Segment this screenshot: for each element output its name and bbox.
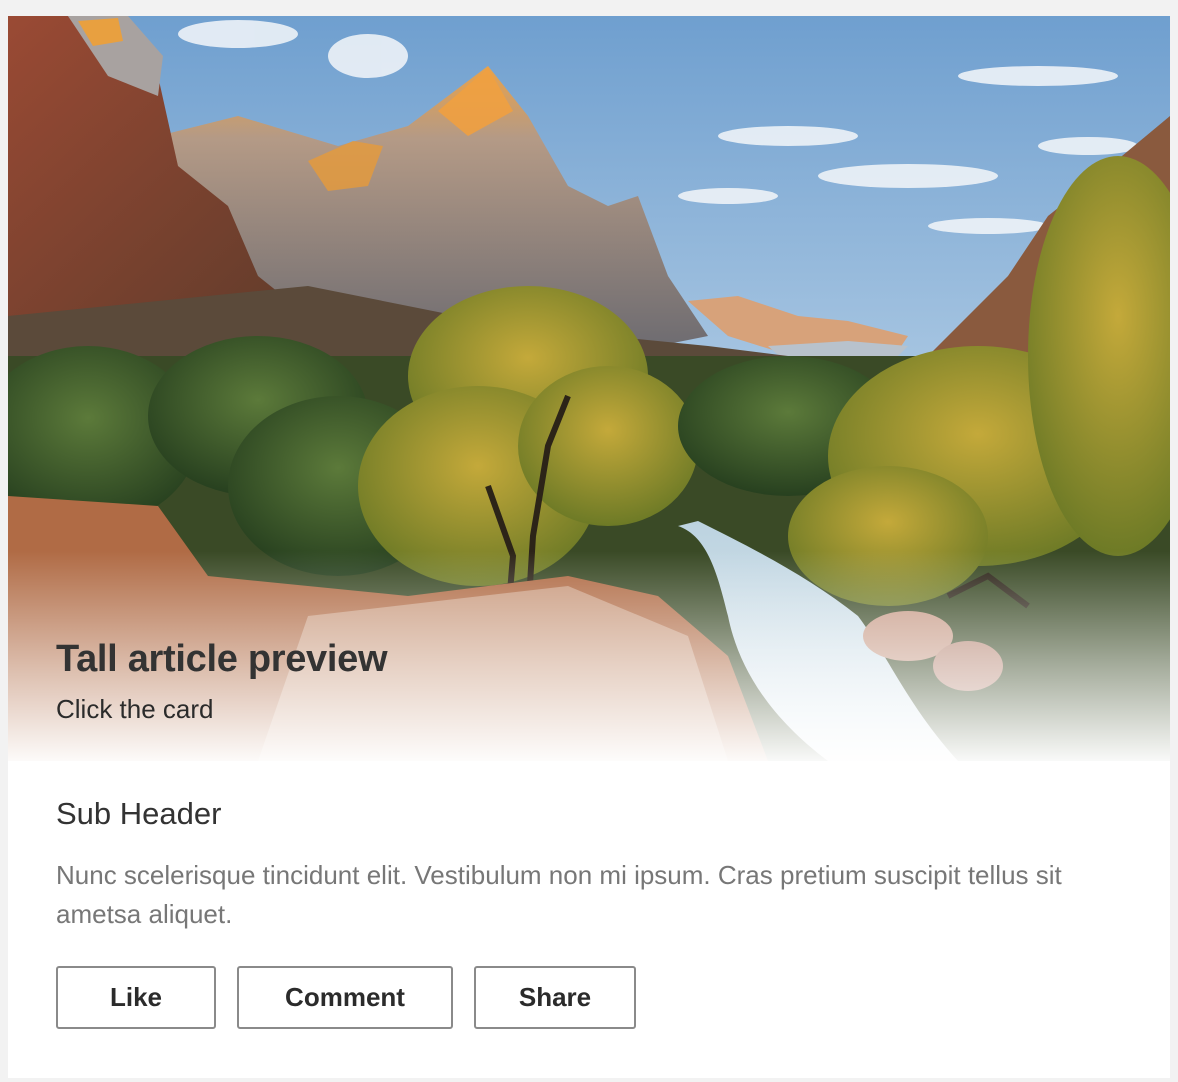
- comment-button[interactable]: Comment: [237, 966, 453, 1029]
- article-card[interactable]: Tall article preview Click the card Sub …: [8, 16, 1170, 1078]
- card-title: Tall article preview: [56, 638, 388, 680]
- card-actions: Like Comment Share: [56, 966, 636, 1029]
- hero-image-area[interactable]: Tall article preview Click the card: [8, 16, 1170, 761]
- card-description: Nunc scelerisque tincidunt elit. Vestibu…: [56, 860, 1062, 929]
- sub-header: Sub Header: [56, 796, 222, 831]
- like-button[interactable]: Like: [56, 966, 216, 1029]
- card-body: Sub Header Nunc scelerisque tincidunt el…: [56, 796, 1116, 934]
- share-button[interactable]: Share: [474, 966, 636, 1029]
- card-subtitle: Click the card: [56, 694, 214, 724]
